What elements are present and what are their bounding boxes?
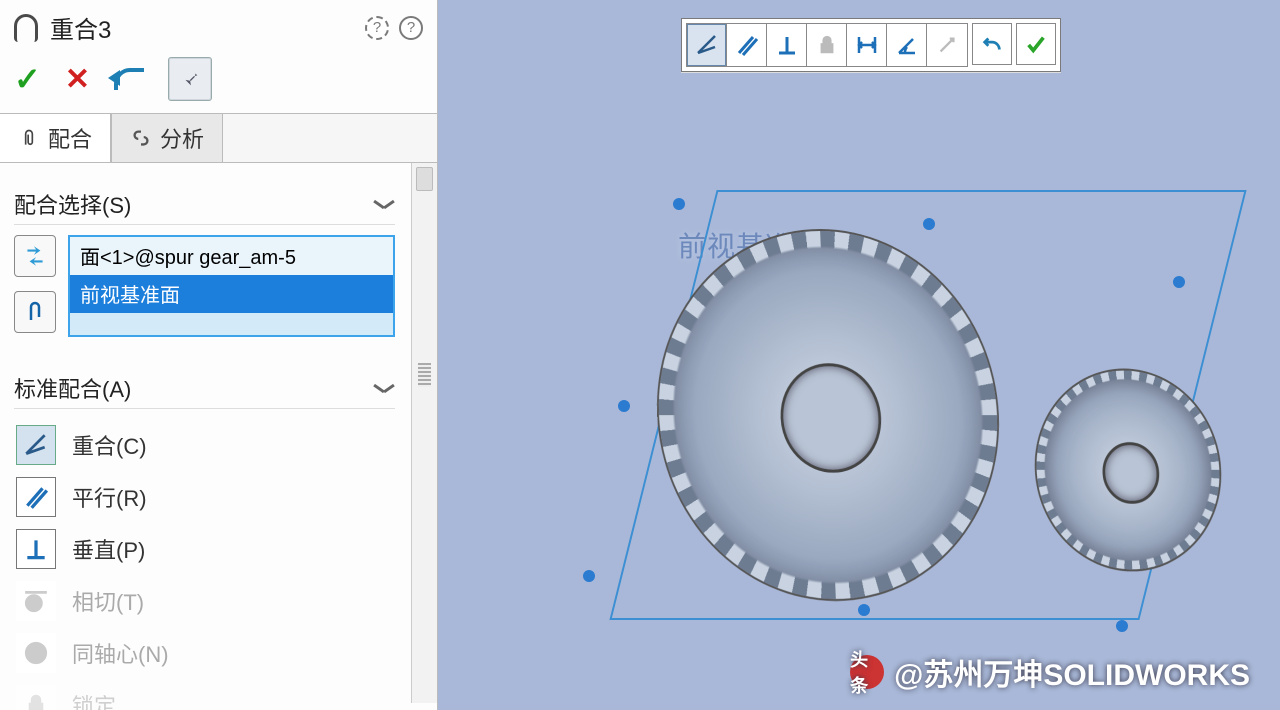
coincident-icon bbox=[695, 33, 719, 57]
plane-handle[interactable] bbox=[583, 570, 595, 582]
chevron-up-icon bbox=[373, 197, 395, 211]
tangent-icon bbox=[23, 588, 49, 614]
coincident-icon bbox=[23, 432, 49, 458]
angle-icon bbox=[895, 33, 919, 57]
check-icon bbox=[1024, 33, 1048, 55]
tb-parallel[interactable] bbox=[727, 24, 767, 66]
concentric-icon bbox=[23, 640, 49, 666]
tb-angle[interactable] bbox=[887, 24, 927, 66]
mate-coincident[interactable]: 重合(C) bbox=[14, 419, 395, 471]
mate-tangent-label: 相切(T) bbox=[72, 585, 144, 617]
mate-coincident-label: 重合(C) bbox=[72, 429, 147, 461]
distance-icon bbox=[855, 33, 879, 57]
plane-handle[interactable] bbox=[1173, 276, 1185, 288]
tb-distance[interactable] bbox=[847, 24, 887, 66]
tab-analyze-label: 分析 bbox=[160, 122, 204, 154]
mate-lock-label: 锁定 bbox=[72, 689, 116, 710]
tb-ok[interactable] bbox=[1016, 23, 1056, 65]
graphics-viewport[interactable]: 前视基准面 头条 @苏州万坤SOLIDWORKS bbox=[438, 0, 1280, 710]
watermark-text: @苏州万坤SOLIDWORKS bbox=[894, 650, 1250, 694]
pin-icon bbox=[179, 68, 201, 90]
confirm-row: ✓ ✕ bbox=[0, 45, 437, 113]
mate-feature-icon bbox=[14, 14, 38, 42]
plane-handle[interactable] bbox=[1116, 620, 1128, 632]
plane-handle[interactable] bbox=[923, 218, 935, 230]
panel-scrollbar[interactable] bbox=[411, 163, 437, 703]
panel-tabs: 配合 分析 bbox=[0, 113, 437, 163]
section-standard-mates-title: 标准配合(A) bbox=[14, 372, 131, 404]
parallel-icon bbox=[23, 484, 49, 510]
watermark: 头条 @苏州万坤SOLIDWORKS bbox=[850, 650, 1250, 694]
mate-lock: 锁定 bbox=[14, 679, 395, 710]
scrollbar-thumb[interactable] bbox=[418, 363, 431, 387]
undo-button[interactable] bbox=[114, 68, 144, 90]
plane-handle[interactable] bbox=[858, 604, 870, 616]
chain-icon bbox=[130, 127, 152, 149]
lock-icon bbox=[816, 34, 838, 56]
list-item[interactable] bbox=[70, 313, 393, 335]
panel-title: 重合3 bbox=[50, 10, 355, 45]
list-item[interactable]: 面<1>@spur gear_am-5 bbox=[70, 237, 393, 275]
mate-parallel[interactable]: 平行(R) bbox=[14, 471, 395, 523]
mate-concentric-label: 同轴心(N) bbox=[72, 637, 169, 669]
mate-tangent: 相切(T) bbox=[14, 575, 395, 627]
panel-header: 重合3 ? ? bbox=[0, 0, 437, 45]
parallel-icon bbox=[735, 33, 759, 57]
tb-lock[interactable] bbox=[807, 24, 847, 66]
plane-handle[interactable] bbox=[673, 198, 685, 210]
tb-coincident[interactable] bbox=[687, 24, 727, 66]
paperclip-icon bbox=[18, 127, 40, 149]
watermark-badge: 头条 bbox=[850, 655, 884, 689]
cancel-button[interactable]: ✕ bbox=[65, 62, 90, 97]
property-panel: 重合3 ? ? ✓ ✕ 配合 分析 bbox=[0, 0, 438, 710]
tab-analyze[interactable]: 分析 bbox=[111, 114, 223, 162]
tb-perpendicular[interactable] bbox=[767, 24, 807, 66]
swap-entities-button[interactable] bbox=[14, 235, 56, 277]
section-standard-mates-header[interactable]: 标准配合(A) bbox=[14, 367, 395, 409]
scrollbar-up[interactable] bbox=[416, 167, 433, 191]
help-context-button[interactable]: ? bbox=[365, 16, 389, 40]
mate-perpendicular[interactable]: 垂直(P) bbox=[14, 523, 395, 575]
undo-icon bbox=[980, 33, 1004, 55]
plane-handle[interactable] bbox=[618, 400, 630, 412]
list-item[interactable]: 前视基准面 bbox=[70, 275, 393, 313]
perpendicular-icon bbox=[23, 536, 49, 562]
mate-concentric: 同轴心(N) bbox=[14, 627, 395, 679]
mate-parallel-label: 平行(R) bbox=[72, 481, 147, 513]
tb-flip[interactable] bbox=[927, 24, 967, 66]
ok-button[interactable]: ✓ bbox=[14, 60, 41, 98]
multi-mate-button[interactable] bbox=[14, 291, 56, 333]
flip-icon bbox=[936, 34, 958, 56]
section-selection-header[interactable]: 配合选择(S) bbox=[14, 183, 395, 225]
tb-undo[interactable] bbox=[972, 23, 1012, 65]
pin-button[interactable] bbox=[168, 57, 212, 101]
mate-perpendicular-label: 垂直(P) bbox=[72, 533, 145, 565]
selection-listbox[interactable]: 面<1>@spur gear_am-5 前视基准面 bbox=[68, 235, 395, 337]
section-selection-title: 配合选择(S) bbox=[14, 188, 131, 220]
lock-icon bbox=[24, 693, 48, 710]
selection-block: 面<1>@spur gear_am-5 前视基准面 bbox=[14, 235, 395, 337]
tab-mate-label: 配合 bbox=[48, 122, 92, 154]
tab-mate[interactable]: 配合 bbox=[0, 114, 111, 162]
chevron-up-icon bbox=[373, 381, 395, 395]
help-button[interactable]: ? bbox=[399, 16, 423, 40]
mate-context-toolbar bbox=[681, 18, 1061, 72]
perpendicular-icon bbox=[775, 33, 799, 57]
panel-body: 配合选择(S) 面<1>@spur gear_am-5 前视基准 bbox=[0, 163, 409, 703]
